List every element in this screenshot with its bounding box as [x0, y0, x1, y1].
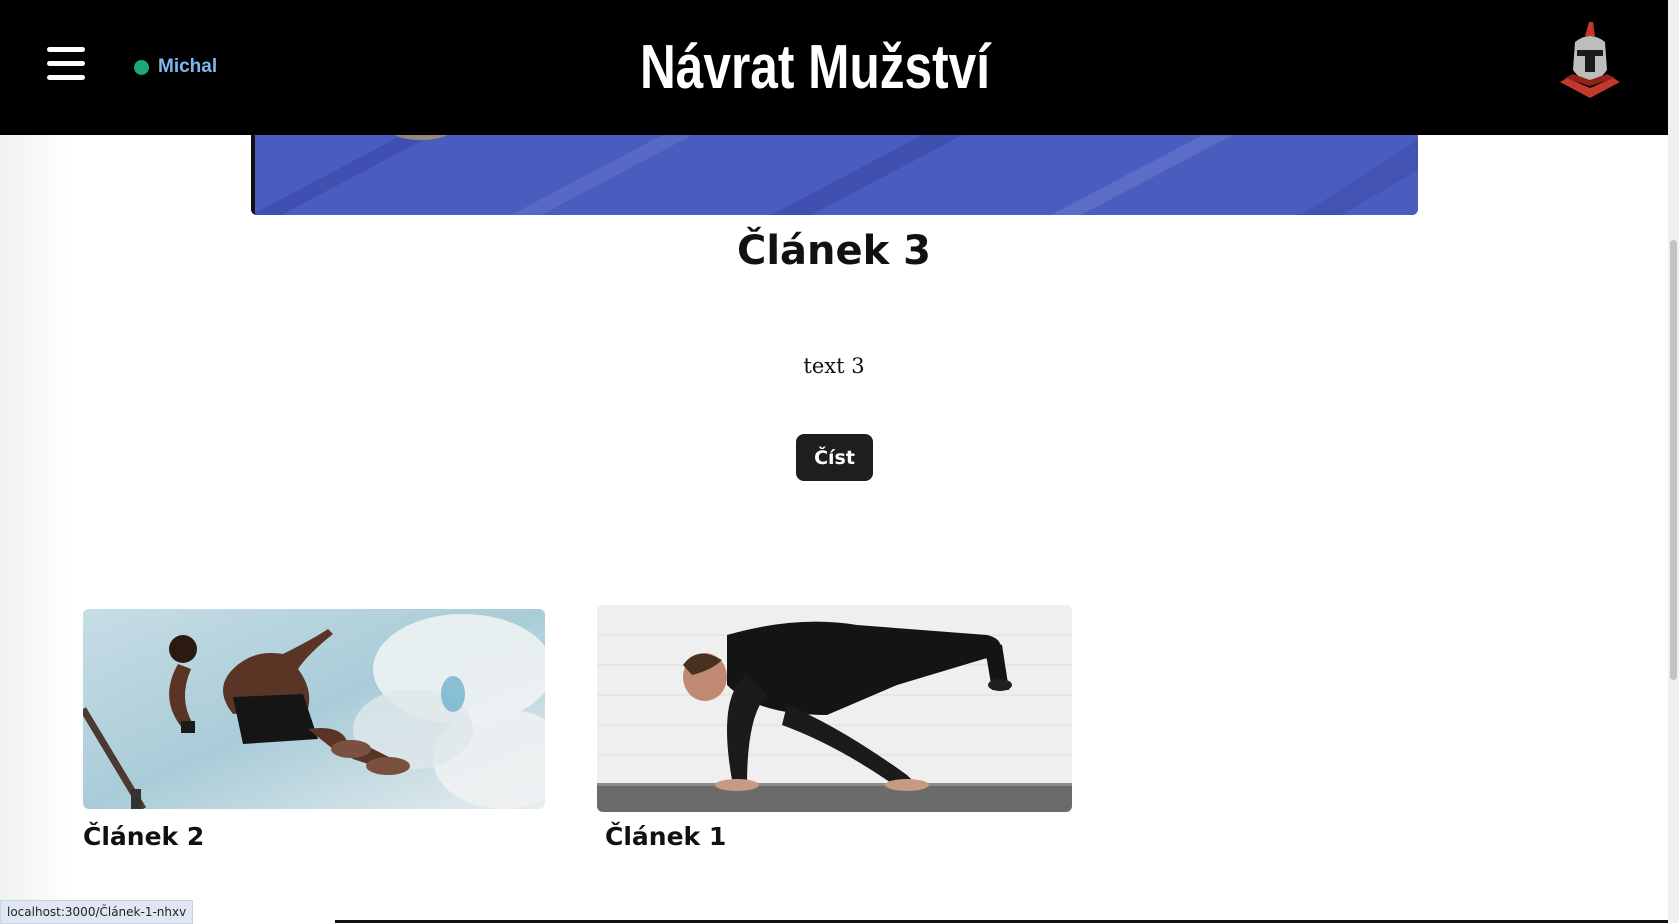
site-title[interactable]: Návrat Mužství: [163, 28, 1467, 108]
article-card-image[interactable]: [83, 609, 545, 809]
spartan-helmet-icon[interactable]: [1555, 20, 1625, 100]
article-card-image[interactable]: [597, 605, 1072, 812]
featured-article-text: text 3: [803, 354, 865, 378]
page: Článek 3 text 3 Číst Článek 2 Článek 1: [0, 0, 1668, 923]
article-card[interactable]: Článek 1: [597, 605, 1072, 857]
featured-article-title[interactable]: Článek 3: [0, 228, 1668, 274]
article-card-title[interactable]: Článek 1: [605, 822, 726, 851]
read-button[interactable]: Číst: [796, 434, 873, 481]
article-card-title[interactable]: Článek 2: [83, 822, 204, 851]
page-scrollbar[interactable]: [1668, 0, 1679, 923]
online-status-icon: [134, 59, 149, 75]
page-left-shade: [0, 0, 70, 923]
scrollbar-thumb[interactable]: [1670, 240, 1677, 680]
hamburger-icon[interactable]: [47, 47, 85, 81]
top-header: Michal Návrat Mužství: [0, 0, 1668, 135]
link-status-bar: localhost:3000/Článek-1-nhxv: [0, 900, 194, 924]
article-card[interactable]: Článek 2: [83, 607, 545, 857]
